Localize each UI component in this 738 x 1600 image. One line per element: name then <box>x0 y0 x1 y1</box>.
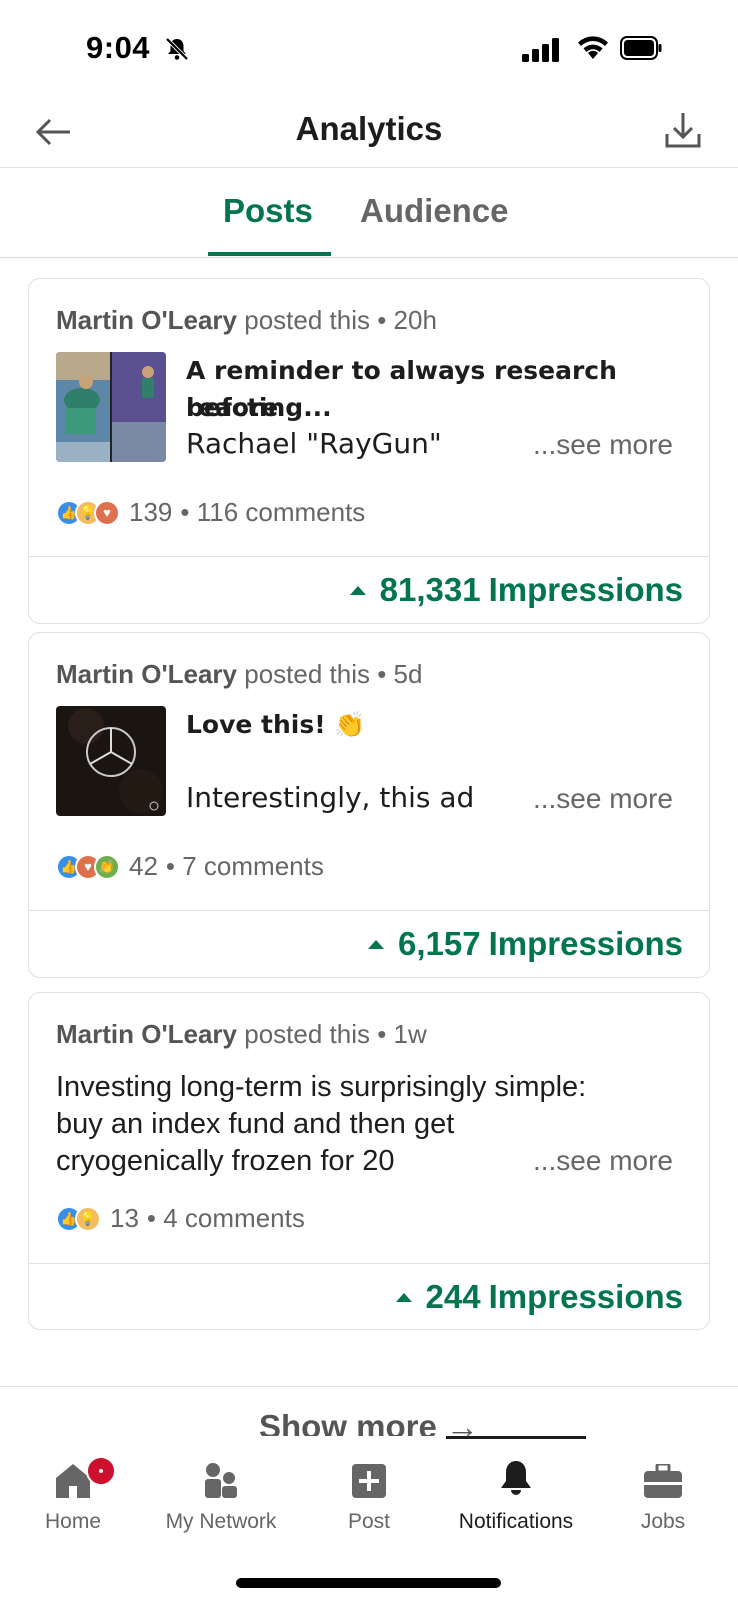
tab-posts[interactable]: Posts <box>223 192 313 230</box>
impressions-label: Impressions <box>488 925 683 962</box>
nav-label: Post <box>347 1510 391 1533</box>
impressions-stat[interactable]: 81,331 Impressions <box>349 571 683 609</box>
post-text-line: reacting... <box>186 393 332 422</box>
post-text-line: Rachael "RayGun" <box>186 427 442 460</box>
reaction-count: 13 <box>110 1203 139 1233</box>
nav-jobs[interactable]: Jobs <box>590 1456 736 1534</box>
active-tab-indicator <box>208 252 331 256</box>
notification-badge <box>86 1456 116 1486</box>
impressions-stat[interactable]: 6,157 Impressions <box>367 925 683 963</box>
post-meta: Martin O'Leary posted this • 20h <box>56 305 437 336</box>
trend-up-icon <box>367 939 384 949</box>
reaction-icons: 👍 💡 <box>56 1205 101 1232</box>
card-divider <box>29 556 709 557</box>
nav-post[interactable]: Post <box>296 1456 442 1534</box>
page-title: Analytics <box>295 110 443 147</box>
active-nav-indicator <box>446 1436 586 1439</box>
impressions-value: 244 <box>425 1278 481 1315</box>
author-name[interactable]: Martin O'Leary <box>56 305 237 335</box>
home-indicator[interactable] <box>236 1578 501 1588</box>
post-icon <box>352 1464 386 1498</box>
post-text-line: Interestingly, this ad <box>186 781 475 814</box>
app-header: Analytics <box>0 96 738 168</box>
nav-label: Jobs <box>640 1510 686 1533</box>
post-text-line: Investing long-term is surprisingly simp… <box>56 1071 587 1103</box>
comments-count: • 7 comments <box>165 851 324 881</box>
post-text-line: cryogenically frozen for 20 <box>56 1145 395 1177</box>
post-meta: Martin O'Leary posted this • 1w <box>56 1019 427 1050</box>
reactions-summary[interactable]: 👍 💡 ♥ 139 • 116 comments <box>56 497 365 528</box>
reaction-count: 139 <box>129 497 173 527</box>
posted-time: posted this • 20h <box>244 305 437 335</box>
celebrate-reaction-icon: 👏 <box>94 853 120 880</box>
post-card[interactable]: Martin O'Leary posted this • 20h A remin… <box>28 278 710 624</box>
comments-count: • 4 comments <box>146 1203 305 1233</box>
nav-label: Notifications <box>458 1510 574 1533</box>
status-bar: 9:04 <box>0 0 738 96</box>
post-card[interactable]: Martin O'Leary posted this • 5d Love thi… <box>28 632 710 978</box>
battery-icon <box>620 36 662 60</box>
impressions-value: 6,157 <box>397 925 481 962</box>
network-icon <box>205 1463 237 1498</box>
reaction-icons: 👍 💡 ♥ <box>56 499 120 526</box>
reactions-summary[interactable]: 👍 💡 13 • 4 comments <box>56 1203 305 1234</box>
trend-up-icon <box>395 1292 412 1302</box>
briefcase-icon <box>644 1464 682 1498</box>
post-text-line: Love this! 👏 <box>186 710 366 739</box>
status-time: 9:04 <box>86 30 151 65</box>
cellular-signal-icon <box>522 38 559 62</box>
see-more-link[interactable]: ...see more <box>533 783 673 815</box>
reactions-summary[interactable]: 👍 ♥ 👏 42 • 7 comments <box>56 851 324 882</box>
impressions-stat[interactable]: 244 Impressions <box>395 1278 683 1316</box>
trend-up-icon <box>349 585 366 595</box>
insightful-reaction-icon: 💡 <box>75 1205 101 1232</box>
posted-time: posted this • 5d <box>244 659 423 689</box>
love-reaction-icon: ♥ <box>94 499 120 526</box>
nav-label: Home <box>44 1510 102 1533</box>
download-icon[interactable] <box>664 110 702 150</box>
wifi-icon <box>578 36 608 59</box>
bell-icon <box>501 1461 531 1495</box>
comments-count: • 116 comments <box>180 497 366 527</box>
tab-bar: Posts Audience <box>0 168 738 258</box>
bottom-navigation: Home My Network Post Notifications Jobs <box>0 1436 738 1600</box>
bell-muted-icon <box>165 37 189 61</box>
nav-notifications[interactable]: Notifications <box>443 1456 589 1534</box>
nav-label: My Network <box>165 1510 277 1533</box>
nav-my-network[interactable]: My Network <box>148 1456 294 1534</box>
post-card[interactable]: Martin O'Leary posted this • 1w Investin… <box>28 992 710 1330</box>
post-meta: Martin O'Leary posted this • 5d <box>56 659 422 690</box>
post-thumbnail-image[interactable] <box>56 706 166 816</box>
posts-feed: Martin O'Leary posted this • 20h A remin… <box>0 258 738 1386</box>
nav-home[interactable]: Home <box>0 1456 146 1534</box>
author-name[interactable]: Martin O'Leary <box>56 1019 237 1049</box>
author-name[interactable]: Martin O'Leary <box>56 659 237 689</box>
impressions-value: 81,331 <box>379 571 481 608</box>
post-text-line: buy an index fund and then get <box>56 1108 455 1140</box>
impressions-label: Impressions <box>488 1278 683 1315</box>
reaction-count: 42 <box>129 851 158 881</box>
reaction-icons: 👍 ♥ 👏 <box>56 853 120 880</box>
card-divider <box>29 910 709 911</box>
see-more-link[interactable]: ...see more <box>533 429 673 461</box>
tab-audience[interactable]: Audience <box>360 192 509 230</box>
card-divider <box>29 1263 709 1264</box>
post-thumbnail-image[interactable] <box>56 352 166 462</box>
see-more-link[interactable]: ...see more <box>533 1145 673 1177</box>
posted-time: posted this • 1w <box>244 1019 427 1049</box>
impressions-label: Impressions <box>488 571 683 608</box>
